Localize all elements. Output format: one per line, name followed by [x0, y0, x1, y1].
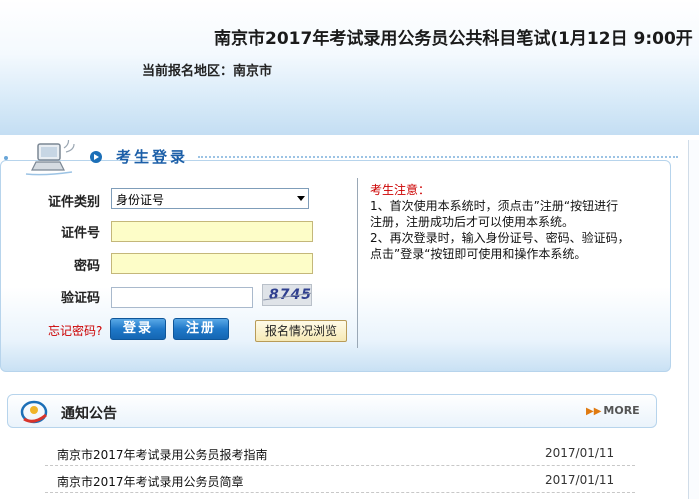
password-input[interactable]: [111, 253, 313, 274]
browse-registration-button[interactable]: 报名情况浏览: [255, 320, 347, 342]
notice-line: 点击”登录“按钮即可使用和操作本系统。: [370, 247, 587, 261]
id-type-select[interactable]: 身份证号: [111, 188, 309, 209]
news-date: 2017/01/11: [545, 446, 615, 460]
login-title: 考生登录: [116, 148, 189, 166]
exam-title: 南京市2017年考试录用公务员公共科目笔试(1月12日 9:00开: [214, 29, 693, 49]
id-number-label: 证件号: [60, 226, 100, 241]
right-frame: [688, 140, 699, 499]
announcements-title: 通知公告: [61, 406, 117, 422]
register-button[interactable]: 注册: [173, 318, 229, 340]
captcha-image[interactable]: 8745: [262, 284, 312, 306]
list-item[interactable]: 南京市2017年考试录用公务员报考指南 2017/01/11: [45, 441, 635, 466]
page: 南京市2017年考试录用公务员公共科目笔试(1月12日 9:00开 当前报名地区…: [0, 0, 699, 499]
chevron-down-icon: [297, 196, 305, 201]
news-title[interactable]: 南京市2017年考试录用公务员简章: [57, 473, 244, 490]
double-chevron-right-icon: ▶▶: [586, 406, 602, 417]
region-label: 当前报名地区：南京市: [142, 64, 273, 79]
id-type-value: 身份证号: [116, 193, 165, 207]
id-type-label: 证件类别: [47, 195, 100, 210]
announcement-icon: [20, 400, 48, 424]
login-button[interactable]: 登录: [110, 318, 166, 340]
id-number-input[interactable]: [111, 221, 313, 242]
captcha-label: 验证码: [60, 291, 100, 306]
dot-decoration: [4, 156, 8, 160]
notice-title: 考生注意：: [370, 183, 431, 197]
divider: [198, 156, 678, 158]
computer-icon: [25, 140, 75, 176]
more-label: MORE: [603, 404, 640, 417]
news-title[interactable]: 南京市2017年考试录用公务员报考指南: [57, 446, 268, 463]
password-label: 密码: [73, 259, 100, 274]
vertical-divider: [357, 178, 358, 348]
notice-line: 2、再次登录时，输入身份证号、密码、验证码，: [370, 231, 630, 245]
header-banner: [0, 0, 699, 135]
forgot-password-link[interactable]: 忘记密码?: [48, 322, 102, 339]
notice-line: 1、首次使用本系统时，须点击”注册“按钮进行: [370, 199, 619, 213]
notice-line: 注册，注册成功后才可以使用本系统。: [370, 215, 575, 229]
login-heading: 考生登录: [18, 140, 678, 176]
bullet-icon: [90, 151, 102, 163]
captcha-input[interactable]: [111, 287, 253, 308]
news-date: 2017/01/11: [545, 473, 615, 487]
list-item[interactable]: 南京市2017年考试录用公务员简章 2017/01/11: [45, 468, 635, 493]
more-link[interactable]: ▶▶ MORE: [586, 404, 640, 417]
